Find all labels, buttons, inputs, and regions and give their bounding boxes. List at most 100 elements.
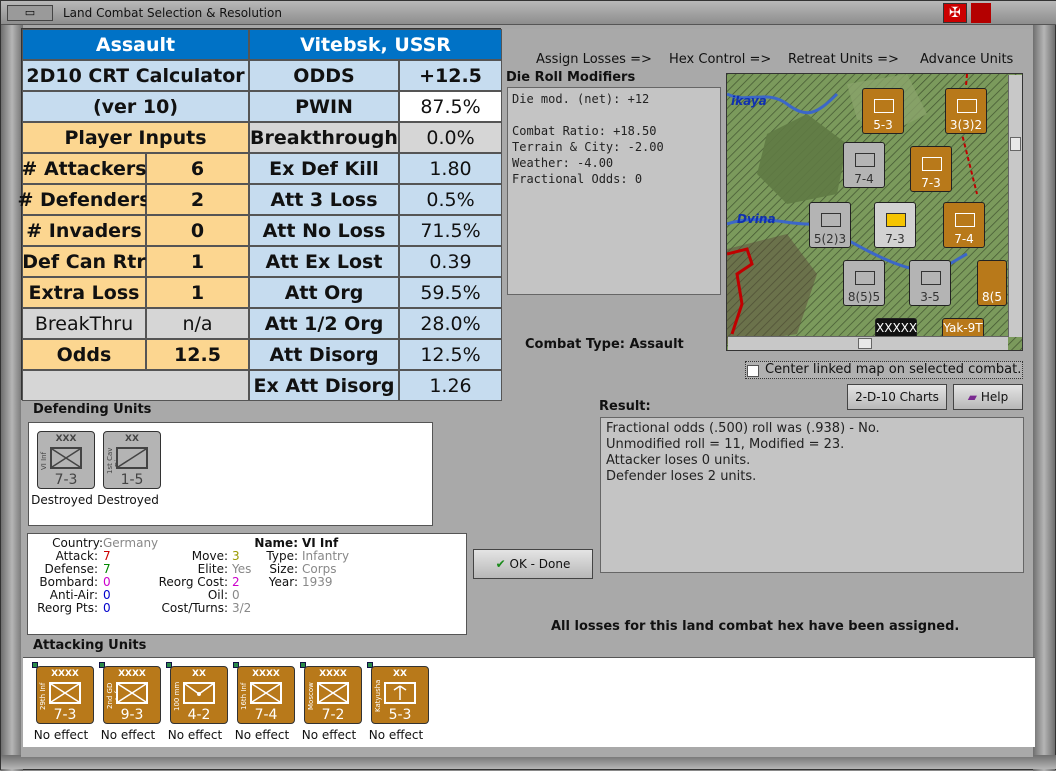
crt-calc-title: 2D10 CRT Calculator	[22, 60, 249, 91]
attacking-unit[interactable]: XX Katyusha 5-3 No effect	[363, 662, 429, 754]
crt-result-value: +12.5	[399, 60, 502, 91]
crt-input-label: Def Can Rtr	[22, 246, 146, 277]
map-vertical-scrollbar[interactable]	[1008, 75, 1022, 337]
crt-result-value: 28.0%	[399, 308, 502, 339]
attacking-unit[interactable]: XXXX 16th Inf 7-4 No effect	[229, 662, 295, 754]
map-counter[interactable]: 8(5	[977, 260, 1007, 306]
crt-result-value: 0.5%	[399, 184, 502, 215]
charts-button[interactable]: 2-D-10 Charts	[847, 384, 947, 410]
crt-result-label: Att Disorg	[249, 339, 399, 370]
year-label: Year:	[268, 575, 298, 589]
combat-type-value: Assault	[629, 337, 684, 352]
defending-unit[interactable]: XXX VI Inf 7-3 Destroyed	[29, 431, 95, 519]
country-value: Germany	[103, 536, 159, 550]
help-button[interactable]: ▰ Help	[953, 384, 1023, 410]
counter-size: XXXXX	[876, 321, 918, 335]
attacking-unit[interactable]: XXXX 2nd GD Inf 9-3 No effect	[95, 662, 161, 754]
cavalry-symbol-icon	[116, 447, 148, 469]
crt-result-label: Att 1/2 Org	[249, 308, 399, 339]
counter-strength: 8(5)5	[847, 290, 881, 304]
map-counter[interactable]: 5-3	[862, 88, 904, 134]
scroll-thumb[interactable]	[858, 338, 872, 349]
linked-map[interactable]: ikaya Dvina 5-3 7-4 7-3 5(2)3 7-3 7-4 8(…	[726, 73, 1023, 351]
attacking-unit[interactable]: XXXX 29th Inf 7-3 No effect	[28, 662, 94, 754]
ok-done-button[interactable]: ✔ OK - Done	[473, 549, 593, 579]
defending-units-header: Defending Units	[33, 402, 152, 417]
map-counter[interactable]: 7-3	[910, 146, 952, 192]
explosion-icon	[886, 213, 906, 227]
costturns-label: Cost/Turns:	[161, 601, 228, 615]
infantry-symbol-icon	[50, 447, 82, 469]
crt-result-label: Att Ex Lost	[249, 246, 399, 277]
map-counter-selected[interactable]: 7-3	[874, 202, 916, 248]
counter-strength: 5(2)3	[813, 232, 847, 246]
counter-strength: 5-3	[873, 118, 893, 132]
loss-message: All losses for this land combat hex have…	[551, 619, 960, 634]
window-menu-icon[interactable]: ▭	[7, 5, 53, 21]
map-counter[interactable]: 7-4	[843, 142, 885, 188]
result-line: Defender loses 2 units.	[606, 469, 757, 484]
title-bar: ▭ Land Combat Selection & Resolution ✠	[1, 1, 1056, 25]
unit-counter[interactable]: XXXX 16th Inf 7-4	[237, 666, 295, 724]
infantry-symbol-icon	[955, 213, 975, 227]
die-roll-line: Fractional Odds: 0	[512, 172, 643, 186]
map-counter[interactable]: 3(3)2	[945, 88, 987, 134]
map-counter[interactable]: 8(5)5	[843, 260, 885, 306]
map-counter[interactable]: 5(2)3	[809, 202, 851, 248]
unit-counter[interactable]: XX 1st Cav Div 1-5	[103, 431, 161, 489]
flag-stripe-icon	[971, 3, 991, 23]
crt-input-value[interactable]: 2	[146, 184, 249, 215]
unit-counter[interactable]: XXXX 29th Inf 7-3	[36, 666, 94, 724]
checkbox-box-icon[interactable]	[747, 365, 759, 377]
tab-retreat-units[interactable]: Retreat Units =>	[788, 52, 899, 67]
counter-strength: 7-4	[854, 172, 874, 186]
crt-input-value[interactable]: 0	[146, 215, 249, 246]
combat-type-label: Combat Type:	[525, 337, 625, 352]
attacking-unit[interactable]: XXXX Moscow 7-2 No effect	[296, 662, 362, 754]
unit-counter[interactable]: XX 100 mm 4-2	[170, 666, 228, 724]
frame-bottom	[1, 755, 1056, 769]
tab-hex-control[interactable]: Hex Control =>	[669, 52, 771, 67]
unit-counter[interactable]: XXXX Moscow 7-2	[304, 666, 362, 724]
result-line: Unmodified roll = 11, Modified = 23.	[606, 437, 845, 452]
unit-counter[interactable]: XX Katyusha 5-3	[371, 666, 429, 724]
center-map-label: Center linked map on selected combat.	[765, 362, 1022, 377]
crt-result-label: Att 3 Loss	[249, 184, 399, 215]
unit-strength: 9-3	[120, 707, 144, 723]
help-button-label: Help	[980, 390, 1009, 404]
map-counter[interactable]: 7-4	[943, 202, 985, 248]
map-label: Dvina	[737, 212, 776, 226]
unit-strength: 5-3	[388, 707, 412, 723]
center-map-checkbox[interactable]: Center linked map on selected combat.	[745, 361, 1023, 379]
scroll-thumb[interactable]	[1010, 137, 1021, 151]
defending-unit[interactable]: XX 1st Cav Div 1-5 Destroyed	[95, 431, 161, 519]
map-counter[interactable]: 3-5	[909, 260, 951, 306]
checkmark-icon: ✔	[495, 557, 506, 571]
crt-player-inputs: Player Inputs	[22, 122, 249, 153]
tab-advance-units[interactable]: Advance Units	[920, 52, 1013, 67]
phase-tabs: Assign Losses => Hex Control => Retreat …	[506, 49, 1031, 69]
crt-input-value[interactable]: 1	[146, 246, 249, 277]
map-horizontal-scrollbar[interactable]	[728, 336, 1008, 350]
crt-result-label: Att No Loss	[249, 215, 399, 246]
ok-done-label: OK - Done	[509, 557, 571, 571]
crt-result-label: Breakthrough	[249, 122, 399, 153]
armor-symbol-icon	[921, 271, 941, 285]
reorgpts-label: Reorg Pts:	[37, 601, 98, 615]
unit-strength: 7-4	[254, 707, 278, 723]
unit-strength: 7-3	[53, 707, 77, 723]
unit-counter[interactable]: XXX VI Inf 7-3	[37, 431, 95, 489]
result-line: Attacker loses 0 units.	[606, 453, 751, 468]
tab-assign-losses[interactable]: Assign Losses =>	[536, 52, 652, 67]
unit-status: No effect	[368, 728, 424, 742]
attacking-unit[interactable]: XX 100 mm 4-2 No effect	[162, 662, 228, 754]
unit-size: XXXX	[118, 669, 146, 679]
crt-input-value[interactable]: 6	[146, 153, 249, 184]
result-header: Result:	[599, 399, 651, 414]
crt-input-value[interactable]: 1	[146, 277, 249, 308]
result-line: Fractional odds (.500) roll was (.938) -…	[606, 421, 880, 436]
unit-counter[interactable]: XXXX 2nd GD Inf 9-3	[103, 666, 161, 724]
crt-input-label: # Invaders	[22, 215, 146, 246]
die-roll-header: Die Roll Modifiers	[506, 70, 636, 85]
infantry-symbol-icon	[922, 157, 942, 171]
